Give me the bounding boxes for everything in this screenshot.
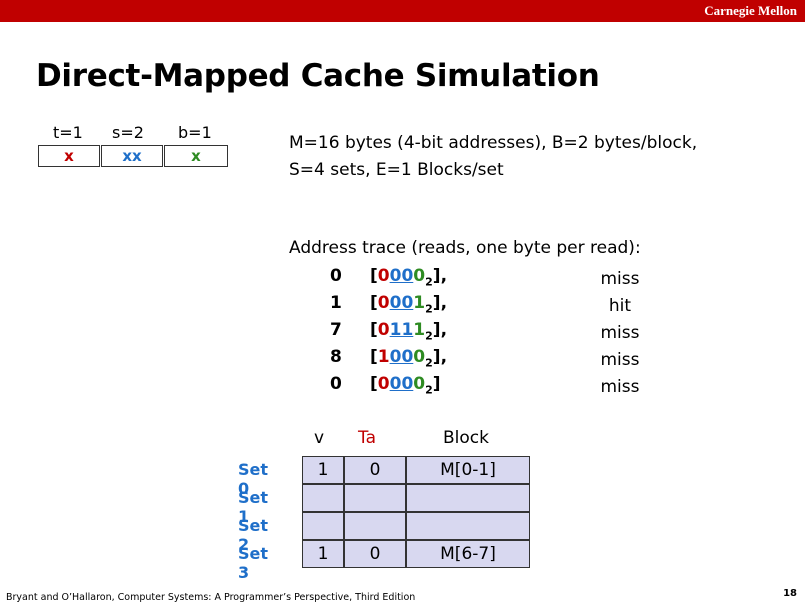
params-line-1: M=16 bytes (4-bit addresses), B=2 bytes/… xyxy=(289,133,698,153)
tag-bit: 0 xyxy=(377,320,390,340)
bracket-close: ], xyxy=(432,266,448,286)
valid-cell: 1 xyxy=(302,456,344,484)
tag-bit: 0 xyxy=(377,374,390,394)
trace-address: 0 xyxy=(330,374,342,394)
base-subscript: 2 xyxy=(425,383,433,397)
header-bar: Carnegie Mellon xyxy=(0,0,805,22)
bracket-close: ], xyxy=(432,293,448,313)
offset-bits-label: b=1 xyxy=(178,123,212,142)
offset-bit: 1 xyxy=(413,293,426,313)
block-cell: M[0-1] xyxy=(406,456,530,484)
set-bits: 00 xyxy=(389,374,414,394)
tag-cell: 0 xyxy=(344,540,406,568)
valid-cell xyxy=(302,512,344,540)
block-cell: M[6-7] xyxy=(406,540,530,568)
tag-field-text: x xyxy=(64,147,74,165)
bracket-close: ], xyxy=(432,347,448,367)
offset-bit: 0 xyxy=(413,347,426,367)
tag-bits-label: t=1 xyxy=(53,123,83,142)
offset-bit: 0 xyxy=(413,266,426,286)
trace-address: 1 xyxy=(330,293,342,313)
set-bits: 00 xyxy=(389,266,414,286)
set-bits: 00 xyxy=(389,347,414,367)
trace-bits: [00002] xyxy=(370,374,441,397)
tag-cell: 0 xyxy=(344,456,406,484)
trace-heading: Address trace (reads, one byte per read)… xyxy=(289,238,641,258)
set-bits: 11 xyxy=(389,320,414,340)
tag-cell xyxy=(344,484,406,512)
trace-address: 0 xyxy=(330,266,342,286)
address-format-labels: t=1 s=2 b=1 xyxy=(38,123,229,145)
trace-result: miss xyxy=(600,350,640,370)
trace-result: miss xyxy=(600,323,640,343)
footer-citation: Bryant and O’Hallaron, Computer Systems:… xyxy=(6,592,416,603)
valid-cell: 1 xyxy=(302,540,344,568)
trace-result: hit xyxy=(608,296,632,316)
trace-bits: [01112], xyxy=(370,320,448,343)
set-label: Set 3 xyxy=(238,544,269,582)
trace-address: 7 xyxy=(330,320,342,340)
org-name: Carnegie Mellon xyxy=(704,3,797,18)
base-subscript: 2 xyxy=(425,329,433,343)
tag-bit: 1 xyxy=(377,347,390,367)
set-field: xx xyxy=(101,145,163,167)
cache-parameters: M=16 bytes (4-bit addresses), B=2 bytes/… xyxy=(289,130,697,184)
block-header: Block xyxy=(443,428,489,448)
address-format: t=1 s=2 b=1 x xx x xyxy=(38,123,229,167)
tag-cell xyxy=(344,512,406,540)
tag-bit: 0 xyxy=(377,293,390,313)
offset-bit: 0 xyxy=(413,374,426,394)
base-subscript: 2 xyxy=(425,275,433,289)
trace-result: miss xyxy=(600,269,640,289)
trace-bits: [00012], xyxy=(370,293,448,316)
base-subscript: 2 xyxy=(425,356,433,370)
tag-field: x xyxy=(38,145,100,167)
trace-address: 8 xyxy=(330,347,342,367)
trace-bits: [00002], xyxy=(370,266,448,289)
set-bits: 00 xyxy=(389,293,414,313)
set-field-text: xx xyxy=(122,147,142,165)
offset-field-text: x xyxy=(191,147,201,165)
base-subscript: 2 xyxy=(425,302,433,316)
page-number: 18 xyxy=(783,588,797,599)
tag-header: Ta xyxy=(358,428,376,448)
trace-result: miss xyxy=(600,377,640,397)
tag-bit: 0 xyxy=(377,266,390,286)
block-cell xyxy=(406,512,530,540)
valid-cell xyxy=(302,484,344,512)
params-line-2: S=4 sets, E=1 Blocks/set xyxy=(289,160,504,180)
bracket-close: ] xyxy=(432,374,441,394)
valid-header: v xyxy=(314,428,325,448)
address-format-fields: x xx x xyxy=(38,145,229,167)
offset-field: x xyxy=(164,145,228,167)
trace-bits: [10002], xyxy=(370,347,448,370)
block-cell xyxy=(406,484,530,512)
slide-title: Direct-Mapped Cache Simulation xyxy=(36,58,600,94)
set-bits-label: s=2 xyxy=(112,123,144,142)
bracket-close: ], xyxy=(432,320,448,340)
offset-bit: 1 xyxy=(413,320,426,340)
